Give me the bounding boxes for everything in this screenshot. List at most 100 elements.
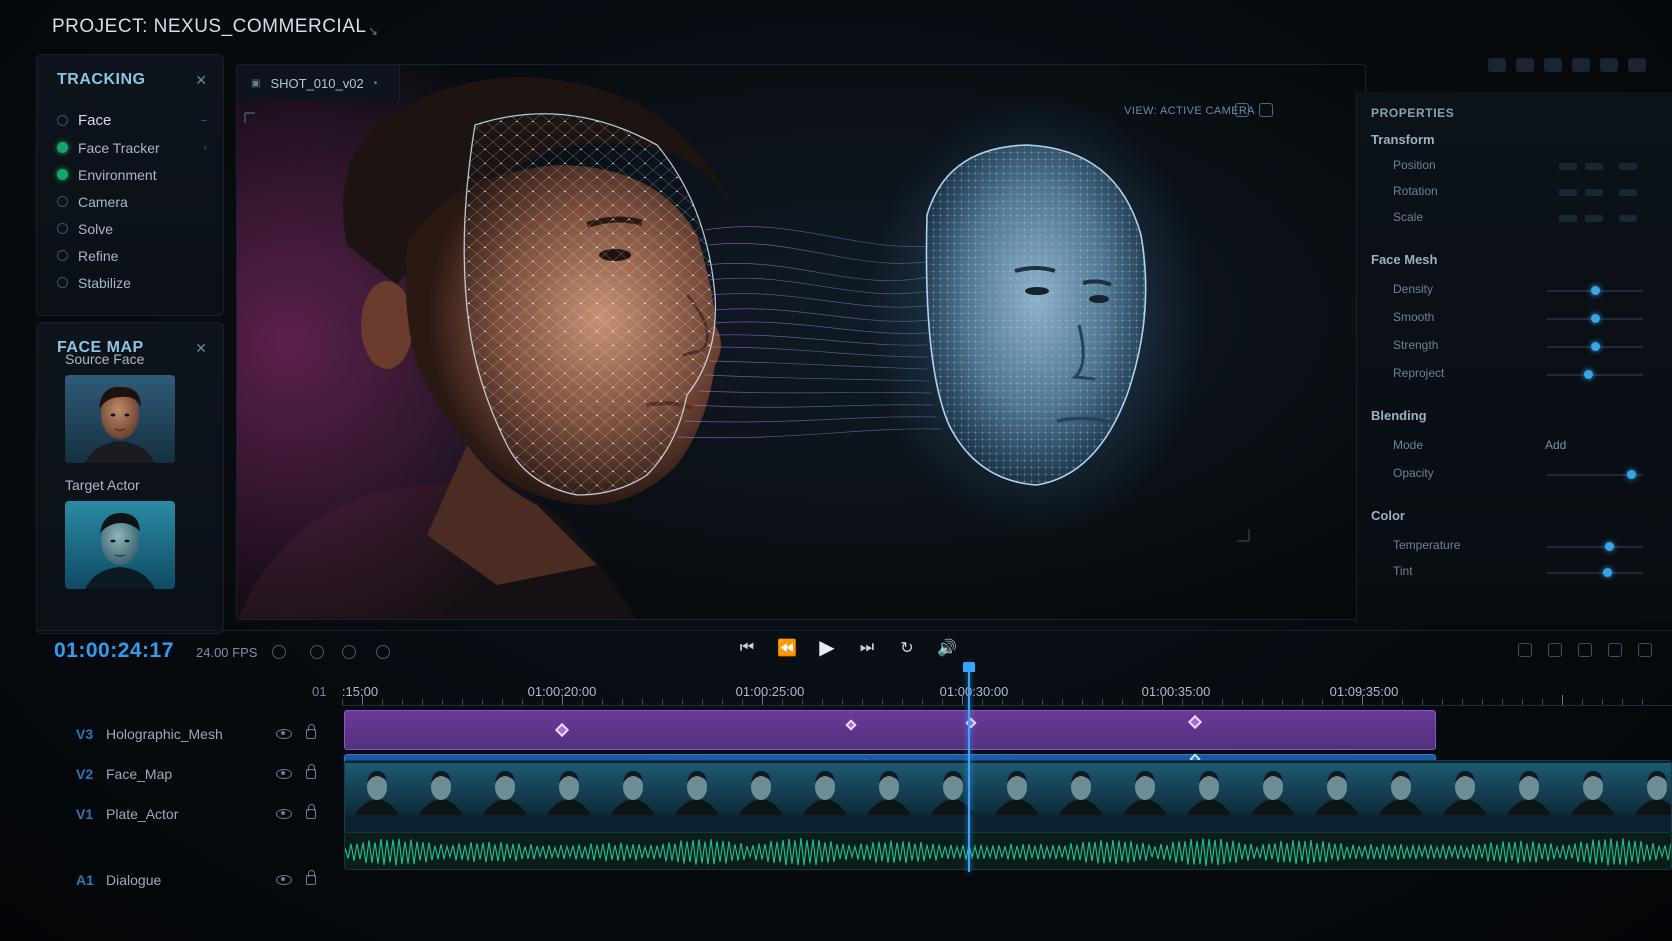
toolbar-share-icon[interactable] <box>1628 58 1646 72</box>
audio-icon[interactable]: 🔊 <box>936 638 958 658</box>
lock-icon[interactable] <box>306 724 316 739</box>
keyframe[interactable] <box>845 719 857 731</box>
chevron-right-icon[interactable]: › <box>204 142 207 153</box>
keyframe[interactable] <box>554 722 570 738</box>
transform-position-row[interactable]: Position <box>1379 158 1672 176</box>
play-icon[interactable]: ▶ <box>816 635 838 660</box>
filmstrip-frame <box>1305 763 1369 815</box>
ripple-icon[interactable] <box>1548 643 1562 657</box>
tracking-item-solve[interactable]: Solve <box>57 215 207 242</box>
keyframe[interactable] <box>1187 714 1203 730</box>
smooth-row[interactable]: Smooth <box>1379 310 1672 328</box>
snap-icon[interactable] <box>272 645 286 659</box>
viewer-canvas[interactable] <box>237 65 1366 620</box>
slip-icon[interactable] <box>1578 643 1592 657</box>
timeline-settings-icon[interactable] <box>1638 643 1652 657</box>
blend-mode-row[interactable]: Mode Add <box>1379 438 1672 456</box>
transform-scale-row[interactable]: Scale <box>1379 210 1672 228</box>
ruler-tick <box>1502 699 1503 705</box>
strength-slider-knob[interactable] <box>1591 342 1600 351</box>
clip-holographic-mesh[interactable] <box>344 710 1436 750</box>
toolbar-layers-icon[interactable] <box>1544 58 1562 72</box>
clip-plate-actor[interactable] <box>344 760 1672 834</box>
tracking-item-face-tracker[interactable]: Face Tracker › <box>57 134 207 161</box>
tint-row[interactable]: Tint <box>1379 564 1672 582</box>
track-header-v2[interactable]: V2 Face_Map <box>36 754 342 794</box>
playhead[interactable] <box>963 662 975 872</box>
tracking-item-label: Environment <box>78 166 157 183</box>
transform-rotation-row[interactable]: Rotation <box>1379 184 1672 202</box>
step-back-icon[interactable]: ⏪ <box>776 638 798 658</box>
toolbar-grid-icon[interactable] <box>1572 58 1590 72</box>
ruler-tick <box>802 699 803 705</box>
opacity-row[interactable]: Opacity <box>1379 466 1672 484</box>
fps-display: 24.00 FPS <box>196 645 258 660</box>
tracking-status-icon <box>57 169 68 180</box>
scale-label: Scale <box>1393 210 1424 224</box>
ruler-tick <box>362 695 363 705</box>
viewer-panel[interactable]: ▣ SHOT_010_v02 • VIEW: ACTIVE CAMERA <box>236 64 1366 620</box>
tracking-item-stabilize[interactable]: Stabilize <box>57 269 207 296</box>
track-header-a1[interactable]: A1 Dialogue <box>36 860 342 900</box>
lock-icon[interactable] <box>306 764 316 779</box>
filmstrip-frame <box>1049 763 1113 815</box>
ruler-tick <box>1522 699 1523 705</box>
timecode-display[interactable]: 01:00:24:17 <box>54 639 174 663</box>
blend-mode-dropdown[interactable]: Add <box>1545 438 1566 452</box>
project-menu-chevron-icon[interactable]: ↘ <box>368 24 378 38</box>
loop-icon[interactable] <box>310 645 324 659</box>
time-ruler[interactable]: 01 :15:00 01:00:20:00 01:00:25:00 01:00:… <box>312 678 1672 706</box>
filmstrip-frame <box>985 763 1049 815</box>
marker-icon[interactable] <box>342 645 356 659</box>
link-icon[interactable] <box>376 645 390 659</box>
toolbar-camera-icon[interactable] <box>1488 58 1506 72</box>
toolbar-settings-icon[interactable] <box>1516 58 1534 72</box>
opacity-slider-knob[interactable] <box>1627 470 1636 479</box>
go-to-start-icon[interactable]: ⏮ <box>736 639 758 657</box>
visibility-eye-icon[interactable] <box>276 809 292 819</box>
temperature-slider[interactable] <box>1547 546 1643 548</box>
target-actor-label: Target Actor <box>65 477 140 493</box>
temperature-row[interactable]: Temperature <box>1379 538 1672 556</box>
ruler-tick <box>1102 699 1103 705</box>
zoom-fit-icon[interactable] <box>1608 643 1622 657</box>
tint-slider[interactable] <box>1547 572 1643 574</box>
strength-row[interactable]: Strength <box>1379 338 1672 356</box>
density-slider-knob[interactable] <box>1591 286 1600 295</box>
track-header-v3[interactable]: V3 Holographic_Mesh <box>36 714 342 754</box>
reproject-slider[interactable] <box>1547 374 1643 376</box>
fullscreen-icon[interactable] <box>1235 103 1249 117</box>
clip-dialogue-audio[interactable] <box>344 832 1672 870</box>
visibility-eye-icon[interactable] <box>276 769 292 779</box>
source-face-thumbnail[interactable] <box>65 375 175 463</box>
tint-slider-knob[interactable] <box>1603 568 1612 577</box>
razor-icon[interactable] <box>1518 643 1532 657</box>
loop-playback-icon[interactable]: ↻ <box>896 638 918 658</box>
tab-shot-010[interactable]: ▣ SHOT_010_v02 • <box>237 65 401 101</box>
lock-icon[interactable] <box>306 804 316 819</box>
track-header-v1[interactable]: V1 Plate_Actor <box>36 794 342 834</box>
tracking-close-icon[interactable]: ✕ <box>195 72 207 89</box>
track-name: Face_Map <box>106 766 173 782</box>
collapse-icon[interactable]: – <box>201 115 207 126</box>
step-forward-icon[interactable]: ⏭ <box>856 639 878 657</box>
toolbar-render-icon[interactable] <box>1600 58 1618 72</box>
tracking-item-refine[interactable]: Refine <box>57 242 207 269</box>
visibility-eye-icon[interactable] <box>276 875 292 885</box>
face-map-close-icon[interactable]: ✕ <box>195 340 207 357</box>
reproject-row[interactable]: Reproject <box>1379 366 1672 384</box>
tracking-item-face[interactable]: Face – <box>57 107 207 134</box>
snapshot-icon[interactable] <box>1259 103 1273 117</box>
lock-icon[interactable] <box>306 870 316 885</box>
smooth-slider-knob[interactable] <box>1591 314 1600 323</box>
tracking-item-environment[interactable]: Environment <box>57 161 207 188</box>
reproject-slider-knob[interactable] <box>1584 370 1593 379</box>
timeline[interactable]: 01 :15:00 01:00:20:00 01:00:25:00 01:00:… <box>36 662 1672 941</box>
tracking-item-camera[interactable]: Camera <box>57 188 207 215</box>
visibility-eye-icon[interactable] <box>276 729 292 739</box>
density-row[interactable]: Density <box>1379 282 1672 300</box>
tab-menu-icon[interactable]: • <box>374 78 378 89</box>
ruler-tick <box>902 699 903 705</box>
temperature-slider-knob[interactable] <box>1605 542 1614 551</box>
target-actor-thumbnail[interactable] <box>65 501 175 589</box>
